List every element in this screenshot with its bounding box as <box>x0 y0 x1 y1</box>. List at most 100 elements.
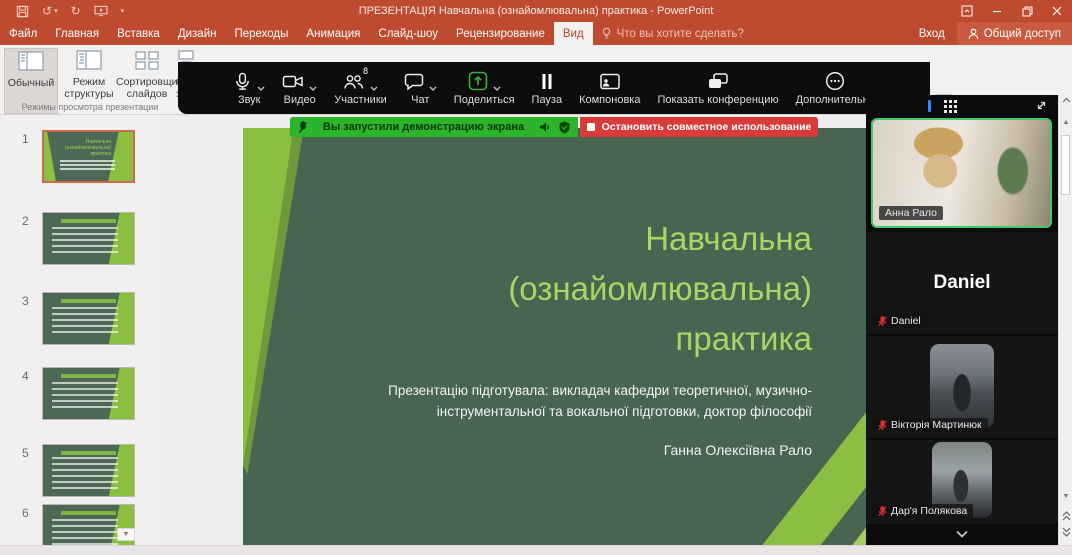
share-screen-icon <box>468 71 488 91</box>
more-button[interactable]: Дополнительно <box>796 70 875 106</box>
close-icon[interactable] <box>1042 0 1072 22</box>
participant-tile-viktoria[interactable]: Вікторія Мартинюк <box>866 336 1058 438</box>
avatar <box>930 344 994 428</box>
share-screen-button[interactable]: Поделиться <box>454 70 515 106</box>
normal-view-icon <box>5 51 57 74</box>
collapse-ribbon-icon[interactable] <box>1059 97 1072 105</box>
participants-label: Участники <box>334 94 387 106</box>
tab-home[interactable]: Главная <box>46 22 108 45</box>
thumbnail-title-bar <box>61 219 116 223</box>
next-slide-icon[interactable] <box>1059 527 1072 539</box>
slide-thumbnail-4[interactable] <box>42 367 135 420</box>
view-outline-button[interactable]: Режим структуры <box>62 48 116 100</box>
scroll-down-icon[interactable]: ▼ <box>1059 493 1072 500</box>
save-icon[interactable] <box>16 5 29 18</box>
thumbnail-title-bar <box>61 299 116 303</box>
scroll-up-icon[interactable]: ▲ <box>1059 119 1072 126</box>
security-shield-icon[interactable] <box>559 121 570 134</box>
tab-transitions[interactable]: Переходы <box>225 22 297 45</box>
slide-sorter-icon <box>116 50 178 73</box>
stop-icon <box>587 123 595 131</box>
slide-thumbnail-1[interactable]: Навчальна(ознайомлювальна)практика <box>42 130 135 183</box>
slide-thumbnail-5[interactable] <box>42 444 135 497</box>
chevron-down-icon[interactable] <box>429 86 437 91</box>
slide-thumbnail-panel: 1 Навчальна(ознайомлювальна)практика 2 3 <box>0 115 160 545</box>
chevron-down-icon[interactable] <box>257 86 265 91</box>
speaker-icon[interactable] <box>539 121 551 133</box>
thumbnail-row: 3 <box>0 292 160 347</box>
panel-scroll-down-icon[interactable] <box>942 526 982 542</box>
participant-tile-daria[interactable]: Дар'я Полякова <box>866 440 1058 524</box>
minimize-icon[interactable] <box>982 0 1012 22</box>
tab-file[interactable]: Файл <box>0 22 46 45</box>
share-document-button[interactable]: Общий доступ <box>957 22 1072 45</box>
thumbnail-text-lines <box>52 227 118 257</box>
participant-name-label: Анна Рало <box>879 206 943 220</box>
chevron-down-icon[interactable] <box>309 86 317 91</box>
tab-animations[interactable]: Анимация <box>297 22 369 45</box>
pause-label: Пауза <box>532 94 563 106</box>
slide-subtitle[interactable]: Презентацію підготувала: викладач кафедр… <box>303 380 812 422</box>
pause-button[interactable]: Пауза <box>532 70 563 106</box>
chevron-down-icon[interactable] <box>370 86 378 91</box>
layout-label: Компоновка <box>579 94 640 106</box>
muted-mic-icon <box>878 420 887 431</box>
slide-thumbnail-2[interactable] <box>42 212 135 265</box>
slide-number: 4 <box>22 369 38 383</box>
layout-button[interactable]: Компоновка <box>579 70 640 106</box>
vertical-scrollbar[interactable]: ▲ ▼ <box>1058 95 1072 545</box>
microphone-icon <box>233 72 252 91</box>
scrollbar-thumb[interactable] <box>1061 135 1070 195</box>
participants-button[interactable]: 8 Участники <box>334 70 387 106</box>
restore-icon[interactable] <box>1012 0 1042 22</box>
thumbnail-title-bar <box>61 374 116 378</box>
participant-tile-daniel[interactable]: Daniel Daniel <box>866 232 1058 334</box>
participant-name-label: Дар'я Полякова <box>872 504 973 518</box>
more-label: Дополнительно <box>796 94 875 106</box>
participant-name-label: Daniel <box>872 314 927 328</box>
tell-me-placeholder: Что вы хотите сделать? <box>617 28 744 40</box>
muted-mic-icon <box>878 316 887 327</box>
tab-slideshow[interactable]: Слайд-шоу <box>369 22 447 45</box>
customize-qat-icon[interactable]: ▾ <box>121 8 125 15</box>
video-button[interactable]: Видео <box>282 70 317 106</box>
gallery-view-icon[interactable] <box>944 100 957 118</box>
slide-title[interactable]: Навчальна (ознайомлювальна) практика <box>303 214 812 364</box>
view-sorter-button[interactable]: Сортировщик слайдов <box>116 48 178 100</box>
chat-button[interactable]: Чат <box>404 70 437 106</box>
share-screen-label: Поделиться <box>454 94 515 106</box>
show-meeting-button[interactable]: Показать конференцию <box>657 70 778 106</box>
redo-icon[interactable]: ↻ <box>71 5 81 17</box>
tell-me-box[interactable]: Что вы хотите сделать? <box>601 22 744 45</box>
slide-thumbnail-3[interactable] <box>42 292 135 345</box>
previous-slide-icon[interactable] <box>1059 511 1072 523</box>
chat-label: Чат <box>411 94 429 106</box>
more-icon <box>825 71 845 91</box>
slide-number: 1 <box>22 132 38 146</box>
show-meeting-icon <box>707 72 729 91</box>
active-speaker-video[interactable]: Анна Рало <box>871 118 1052 228</box>
ribbon-display-options-icon[interactable] <box>952 0 982 22</box>
apps-indicator-icon <box>928 100 931 112</box>
sign-in-button[interactable]: Вход <box>907 22 957 45</box>
tab-view[interactable]: Вид <box>554 22 593 45</box>
slide-number: 3 <box>22 294 38 308</box>
slide-author[interactable]: Ганна Олексіївна Рало <box>303 442 812 458</box>
account-area: Вход Общий доступ <box>907 22 1072 45</box>
tab-review[interactable]: Рецензирование <box>447 22 554 45</box>
chevron-down-icon[interactable] <box>493 86 501 91</box>
tab-insert[interactable]: Вставка <box>108 22 169 45</box>
start-slideshow-icon[interactable] <box>94 5 108 17</box>
layout-icon <box>599 72 621 91</box>
expand-panel-icon[interactable] <box>1035 99 1048 117</box>
video-label: Видео <box>284 94 316 106</box>
undo-icon[interactable]: ↺▾ <box>42 5 58 17</box>
stop-sharing-button[interactable]: Остановить совместное использование <box>580 117 818 137</box>
thumbnail-scroll-down-icon[interactable]: ▼ <box>117 528 135 541</box>
participants-video-panel: Анна Рало Daniel Daniel Вікторія Мартиню… <box>866 95 1058 545</box>
tab-design[interactable]: Дизайн <box>169 22 226 45</box>
audio-button[interactable]: Звук <box>233 70 265 106</box>
ribbon-tabs: Файл Главная Вставка Дизайн Переходы Ани… <box>0 22 1072 45</box>
participants-count-badge: 8 <box>363 66 368 76</box>
share-document-label: Общий доступ <box>984 28 1061 40</box>
